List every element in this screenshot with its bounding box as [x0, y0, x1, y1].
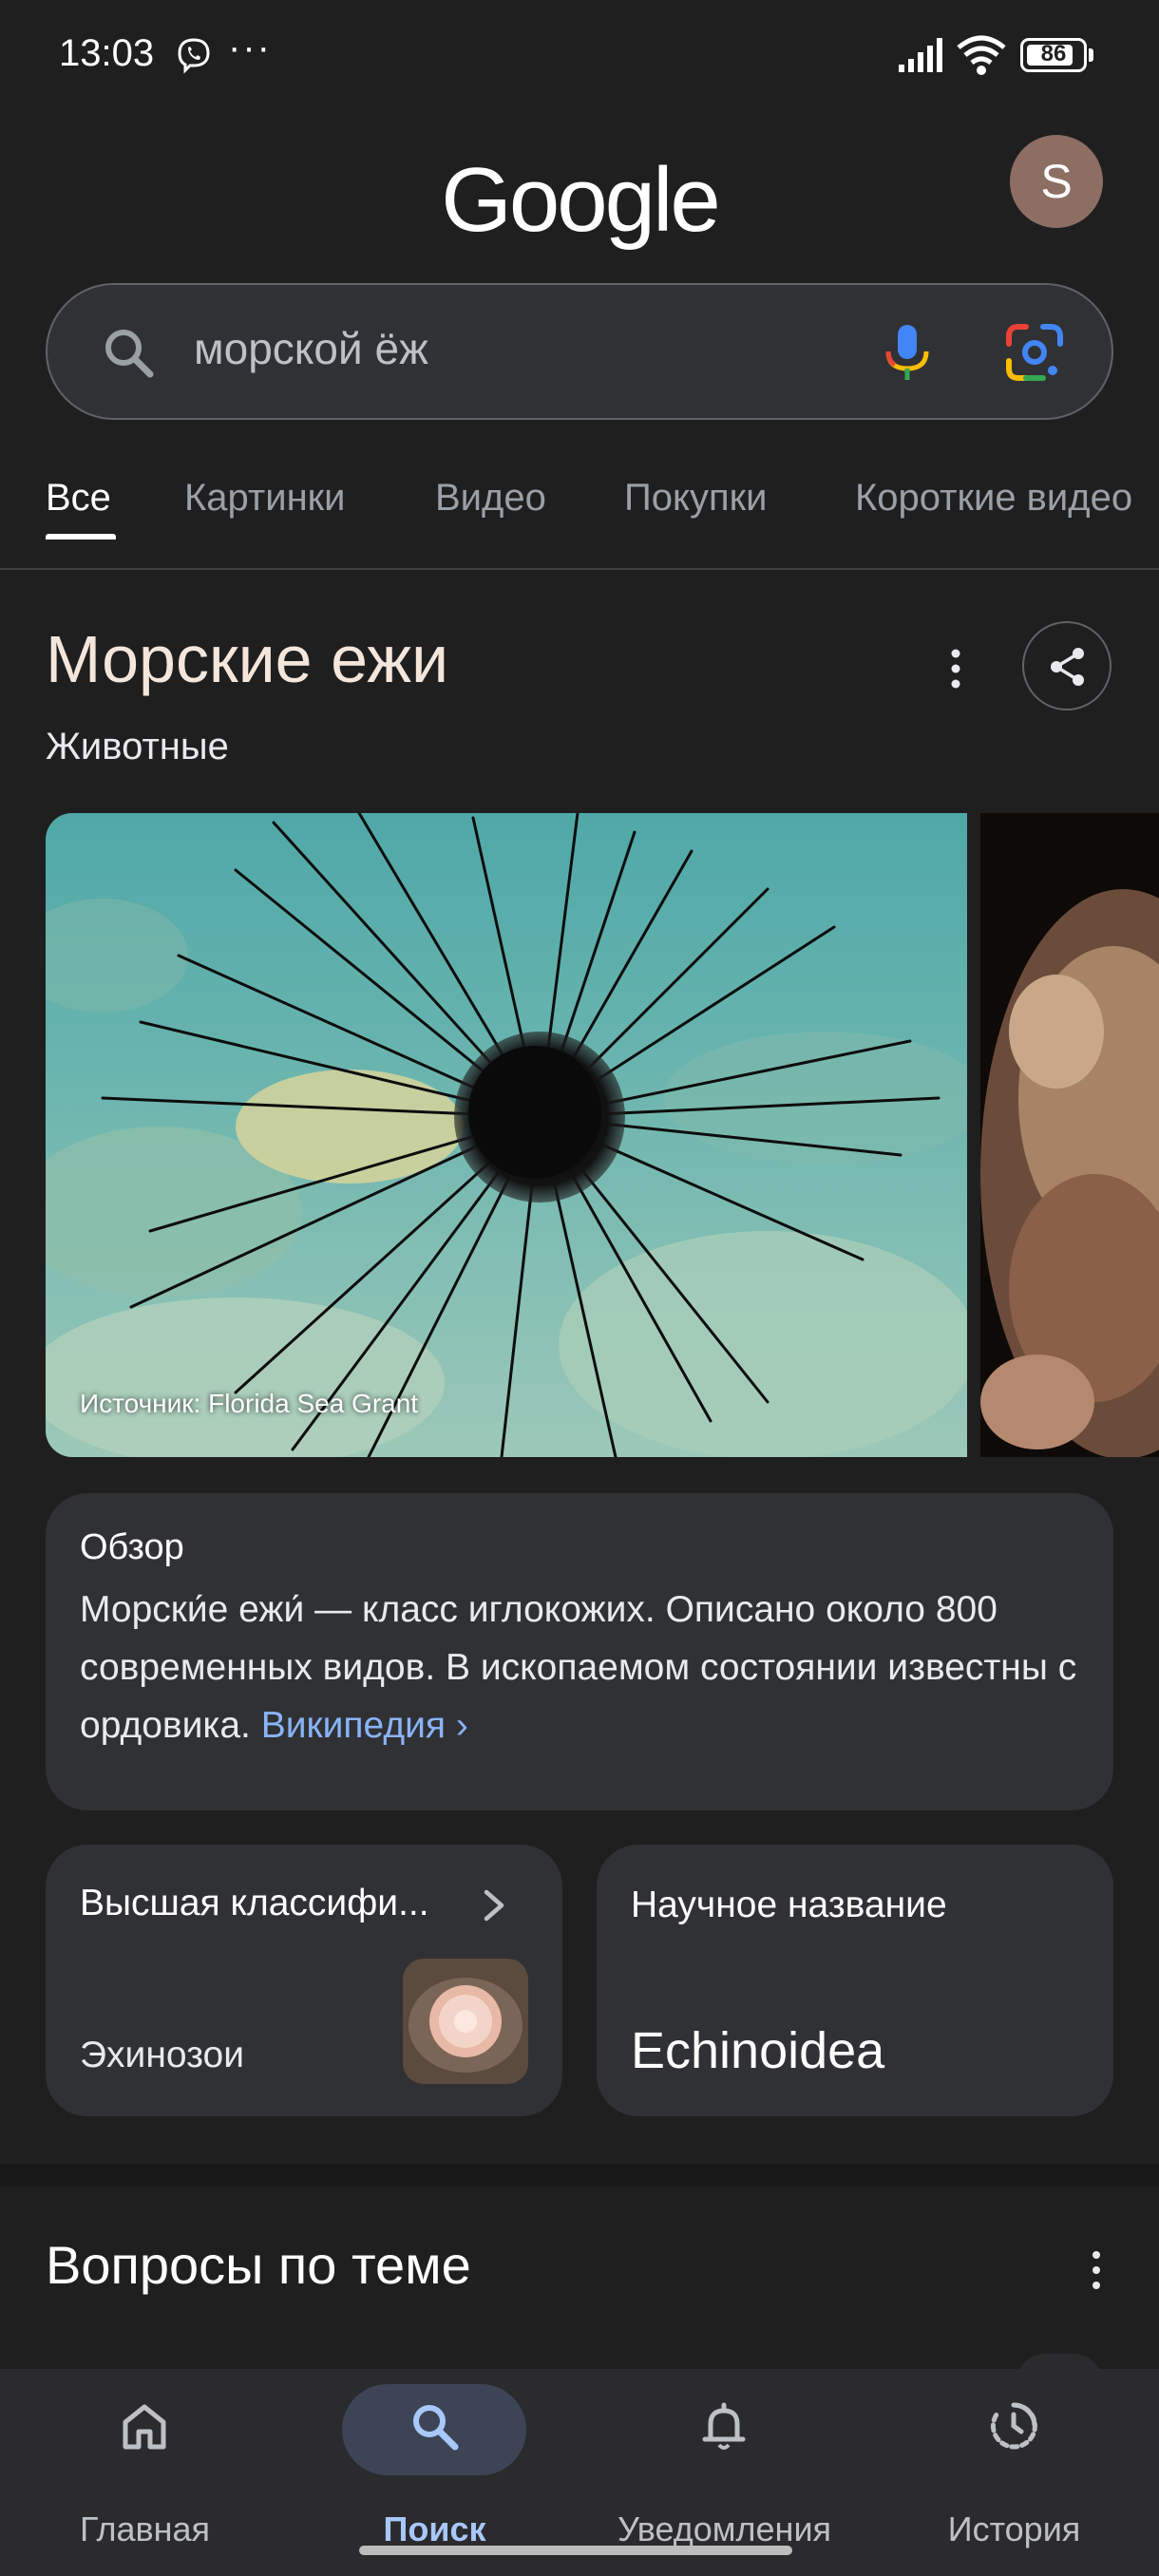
nav-item-search[interactable]: Поиск: [290, 2369, 580, 2559]
viber-icon: [178, 38, 210, 74]
search-box[interactable]: морской ёж: [46, 283, 1113, 420]
scientific-name-title: Научное название: [631, 1885, 947, 1925]
share-icon: [1051, 648, 1084, 686]
bell-icon: [702, 2402, 746, 2450]
search-tabs: Все Картинки Видео Покупки Короткие виде…: [0, 464, 1159, 570]
more-options-icon[interactable]: [1079, 2247, 1113, 2293]
chevron-right-icon: [484, 1889, 504, 1922]
nav-label-home: Главная: [79, 2510, 211, 2548]
account-avatar[interactable]: S: [1010, 135, 1103, 228]
wifi-icon: [957, 35, 1006, 75]
home-icon: [123, 2404, 166, 2450]
share-button[interactable]: [1022, 621, 1112, 710]
sea-urchin-photo: [46, 813, 967, 1457]
signal-icon: [899, 38, 942, 72]
knowledge-panel-subtitle: Животные: [46, 726, 229, 767]
battery-level: 86: [1040, 41, 1067, 66]
status-time: 13:03: [59, 32, 155, 74]
nav-item-notifications[interactable]: Уведомления: [580, 2369, 869, 2559]
search-icon: [413, 2405, 459, 2451]
overview-heading: Обзор: [80, 1527, 184, 1567]
classification-title: Высшая классифи...: [80, 1883, 429, 1923]
microphone-icon[interactable]: [874, 319, 940, 386]
wikipedia-link[interactable]: Википедия ›: [261, 1705, 468, 1746]
tab-active-indicator: [46, 534, 116, 540]
nav-item-home[interactable]: Главная: [0, 2369, 290, 2559]
knowledge-panel-title: Морские ежи: [46, 622, 449, 696]
google-lens-icon[interactable]: [1003, 321, 1066, 384]
nav-item-history[interactable]: История: [869, 2369, 1159, 2559]
status-bar: 13:03 ··· 86: [0, 0, 1159, 114]
history-icon: [990, 2402, 1037, 2450]
related-questions-title: Вопросы по теме: [46, 2235, 471, 2295]
tab-shopping[interactable]: Покупки: [624, 477, 767, 520]
status-more-icon: ···: [228, 27, 272, 68]
overview-text: Морски́е ежи́ — класс иглокожих. Описано…: [80, 1581, 1087, 1754]
search-input[interactable]: морской ёж: [194, 323, 428, 374]
scientific-name-card: Научное название Echinoidea: [597, 1845, 1113, 2116]
sea-urchin-image-2[interactable]: [980, 813, 1159, 1457]
sea-urchin-image[interactable]: Источник: Florida Sea Grant: [46, 813, 967, 1457]
more-options-icon[interactable]: [939, 646, 973, 691]
classification-value: Эхинозои: [80, 2035, 245, 2075]
classification-card[interactable]: Высшая классифи... Эхинозои: [46, 1845, 562, 2116]
image-caption: Источник: Florida Sea Grant: [80, 1389, 419, 1418]
tab-video[interactable]: Видео: [435, 477, 546, 520]
overview-card: Обзор Морски́е ежи́ — класс иглокожих. О…: [46, 1493, 1113, 1810]
classification-thumbnail: [403, 1959, 528, 2084]
google-logo[interactable]: Google: [0, 148, 1159, 253]
google-search-page: 13:03 ··· 86 Google S морской ёж Все Кар…: [0, 0, 1159, 2576]
nav-label-search: Поиск: [383, 2510, 486, 2548]
gesture-home-bar[interactable]: [359, 2546, 792, 2555]
tab-images[interactable]: Картинки: [184, 477, 346, 520]
nav-label-history: История: [947, 2510, 1081, 2548]
section-divider: [0, 2164, 1159, 2187]
tab-all[interactable]: Все: [46, 477, 111, 520]
scientific-name-value: Echinoidea: [631, 2022, 885, 2079]
battery-icon: 86: [1020, 38, 1093, 72]
sea-urchin-photo-2: [980, 813, 1159, 1457]
tab-short-videos[interactable]: Короткие видео: [855, 477, 1132, 520]
search-icon: [105, 330, 154, 378]
nav-label-notifications: Уведомления: [617, 2510, 832, 2548]
overview-description: Морски́е ежи́ — класс иглокожих. Описано…: [80, 1589, 1077, 1746]
